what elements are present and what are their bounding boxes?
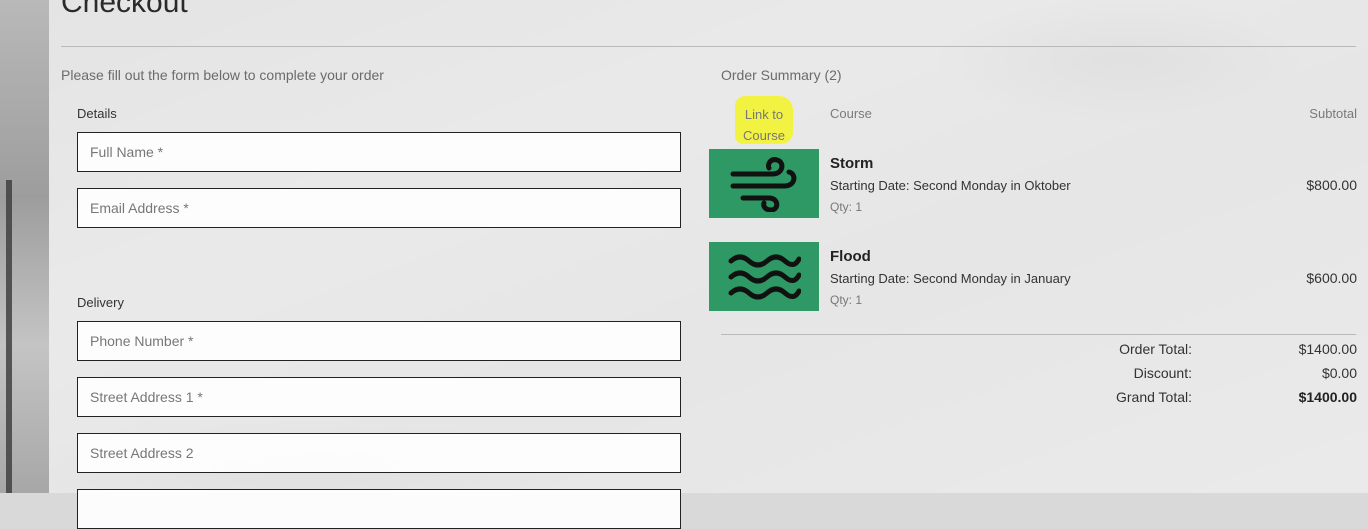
grand-total-label: Grand Total: [1115,389,1192,405]
phone-field[interactable] [77,321,681,361]
order-total-value: $1400.00 [1298,341,1357,357]
background-edge [0,0,49,493]
phone-input[interactable] [78,322,680,360]
wind-icon [730,156,797,212]
next-address-field[interactable] [77,489,681,529]
course-subtotal: $800.00 [1306,177,1357,193]
course-start-date: Starting Date: Second Monday in Oktober [830,178,1071,193]
column-header-link: Link to Course [743,107,785,143]
title-divider [61,46,1356,47]
course-name: Flood [830,248,871,265]
form-intro: Please fill out the form below to comple… [61,67,384,83]
course-thumbnail-link[interactable] [709,149,819,218]
column-header-subtotal: Subtotal [1309,106,1357,121]
summary-divider [721,334,1356,335]
full-name-input[interactable] [78,133,680,171]
discount-value: $0.00 [1321,365,1357,381]
discount-label: Discount: [1133,365,1192,381]
course-thumbnail-link[interactable] [709,242,819,311]
course-quantity: Qty: 1 [830,200,863,214]
course-subtotal: $600.00 [1306,270,1357,286]
column-header-course: Course [830,106,872,121]
full-name-field[interactable] [77,132,681,172]
delivery-label: Delivery [77,295,124,310]
details-label: Details [77,106,117,121]
email-input[interactable] [78,189,680,227]
order-total-label: Order Total: [1119,341,1192,357]
street-address-2-field[interactable] [77,433,681,473]
grand-total-value: $1400.00 [1298,389,1357,405]
waves-icon [728,254,801,299]
street-address-2-input[interactable] [78,434,680,472]
street-address-1-field[interactable] [77,377,681,417]
course-name: Storm [830,155,874,172]
course-quantity: Qty: 1 [830,293,863,307]
street-address-1-input[interactable] [78,378,680,416]
course-start-date: Starting Date: Second Monday in January [830,271,1071,286]
order-summary-title: Order Summary (2) [721,67,842,83]
email-field[interactable] [77,188,681,228]
page-title: Checkout [61,0,188,19]
